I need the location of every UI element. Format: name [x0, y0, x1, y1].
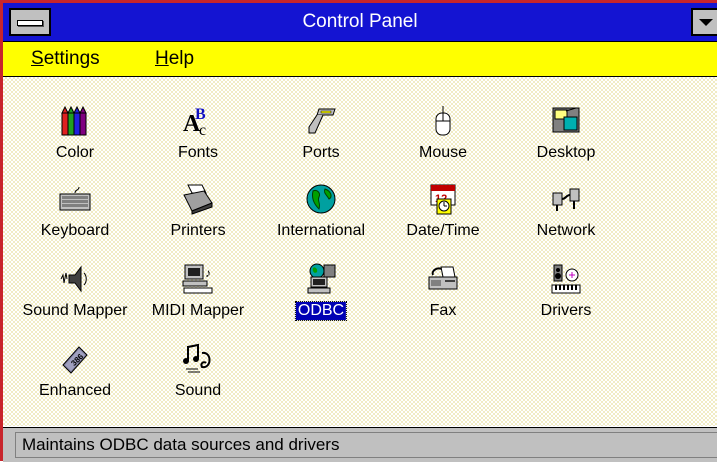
svg-text:B: B — [195, 106, 206, 123]
datetime-label: Date/Time — [406, 222, 480, 239]
control-sound-mapper[interactable]: Sound Mapper — [15, 259, 135, 335]
control-ports[interactable]: Ports — [261, 101, 381, 177]
enhanced-label: Enhanced — [38, 382, 112, 399]
minimize-button[interactable] — [691, 8, 717, 36]
control-color[interactable]: Color — [15, 101, 135, 177]
control-drivers[interactable]: Drivers — [506, 259, 626, 335]
menu-settings[interactable]: Settings — [31, 42, 100, 76]
menu-help-rest: elp — [168, 48, 195, 69]
drivers-label: Drivers — [540, 302, 592, 319]
odbc-computer-icon — [307, 263, 336, 294]
control-odbc[interactable]: ODBC — [261, 259, 381, 335]
network-icon — [552, 188, 580, 211]
sound-mapper-label: Sound Mapper — [22, 302, 128, 319]
menu-settings-rest: ettings — [43, 48, 100, 69]
desktop-icon — [552, 107, 580, 133]
title-bar[interactable]: Control Panel — [3, 3, 717, 42]
menu-bar: Settings Help — [3, 42, 717, 77]
control-desktop[interactable]: Desktop — [506, 101, 626, 177]
status-bar: Maintains ODBC data sources and drivers — [3, 427, 717, 462]
control-printers[interactable]: Printers — [138, 179, 258, 255]
music-note-icon — [183, 343, 211, 373]
international-label: International — [276, 222, 366, 239]
icon-area: Color A B c Fonts Ports Mouse Desktop Ke… — [3, 77, 717, 426]
fonts-label: Fonts — [177, 144, 218, 161]
svg-text:♪: ♪ — [205, 266, 211, 280]
odbc-label: ODBC — [294, 301, 348, 321]
ports-plug-icon — [308, 108, 336, 134]
control-panel-window: Control Panel Settings Help Color A B c … — [0, 0, 717, 462]
control-midi-mapper[interactable]: ♪ MIDI Mapper — [138, 259, 258, 335]
control-datetime[interactable]: 12 Date/Time — [383, 179, 503, 255]
svg-text:c: c — [199, 122, 206, 137]
printers-label: Printers — [170, 222, 226, 239]
control-fonts[interactable]: A B c Fonts — [138, 101, 258, 177]
color-crayons-icon — [61, 105, 87, 136]
midi-mapper-label: MIDI Mapper — [151, 302, 245, 319]
down-arrow-icon — [699, 19, 713, 26]
sound-label: Sound — [174, 382, 222, 399]
printer-icon — [183, 184, 213, 215]
fax-label: Fax — [429, 302, 457, 319]
control-mouse[interactable]: Mouse — [383, 101, 503, 177]
mouse-icon — [435, 106, 451, 136]
window-title: Control Panel — [302, 11, 418, 32]
keyboard-icon — [59, 186, 91, 211]
fonts-icon: A B c — [183, 106, 206, 137]
keyboard-label: Keyboard — [40, 222, 110, 239]
control-fax[interactable]: Fax — [383, 259, 503, 335]
control-enhanced[interactable]: 386 Enhanced — [15, 339, 135, 415]
control-network[interactable]: Network — [506, 179, 626, 255]
status-text: Maintains ODBC data sources and drivers — [15, 432, 717, 458]
mouse-label: Mouse — [418, 144, 468, 161]
menu-help[interactable]: Help — [155, 42, 194, 76]
control-sound[interactable]: Sound — [138, 339, 258, 415]
globe-icon — [306, 184, 336, 214]
chip-386-icon: 386 — [62, 346, 88, 374]
fax-icon — [428, 266, 458, 290]
control-keyboard[interactable]: Keyboard — [15, 179, 135, 255]
midi-computer-icon: ♪ — [182, 264, 213, 294]
color-label: Color — [55, 144, 95, 161]
ports-label: Ports — [302, 144, 340, 161]
control-international[interactable]: International — [261, 179, 381, 255]
speaker-icon — [60, 265, 87, 293]
network-label: Network — [536, 222, 596, 239]
calendar-clock-icon: 12 — [430, 184, 456, 215]
drivers-icon — [551, 264, 581, 294]
desktop-label: Desktop — [536, 144, 596, 161]
